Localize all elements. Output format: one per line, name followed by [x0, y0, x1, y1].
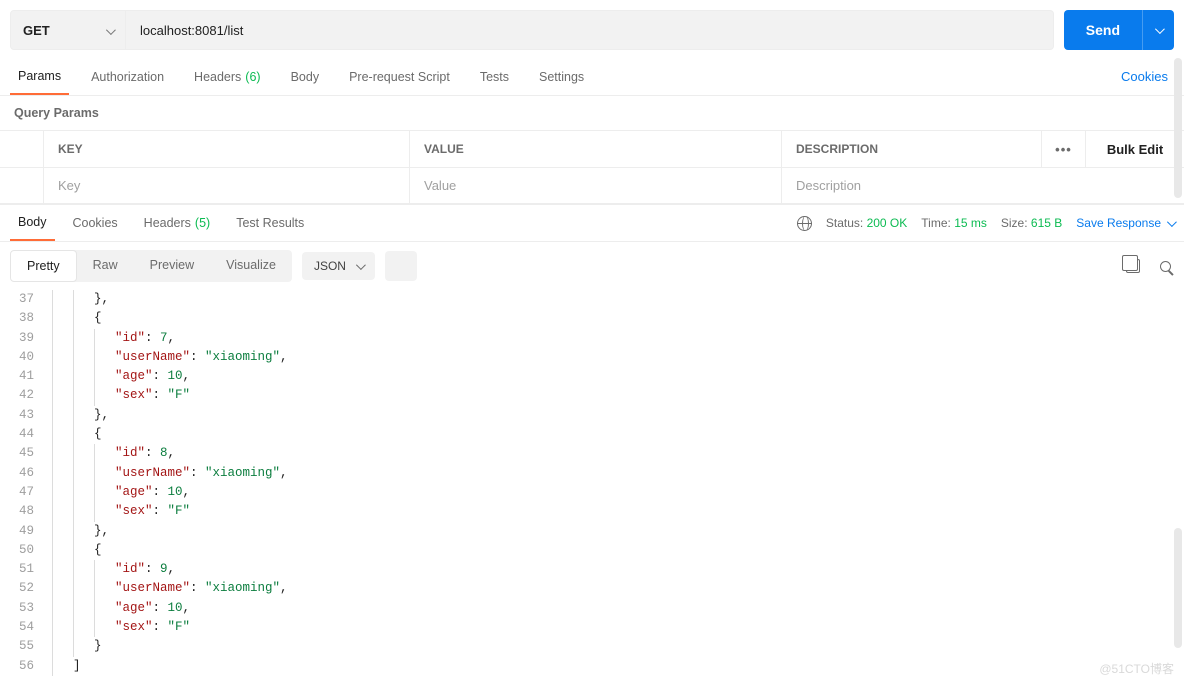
scrollbar-thumb[interactable] — [1174, 58, 1182, 198]
code-line: 41"age": 10, — [0, 367, 1184, 386]
tab-params[interactable]: Params — [10, 58, 69, 95]
code-line: 56] — [0, 657, 1184, 676]
code-line: 53"age": 10, — [0, 599, 1184, 618]
code-line: 38{ — [0, 309, 1184, 328]
request-row: GET localhost:8081/list Send — [0, 0, 1184, 58]
http-method-label: GET — [23, 23, 50, 38]
resp-tab-body[interactable]: Body — [10, 205, 55, 241]
code-line: 37}, — [0, 290, 1184, 309]
response-status-bar: Status: 200 OK Time: 15 ms Size: 615 B S… — [797, 216, 1174, 231]
query-params-input-row: Key Value Description — [0, 167, 1184, 203]
status-block: Status: 200 OK — [826, 216, 907, 230]
view-visualize[interactable]: Visualize — [210, 250, 292, 282]
qp-key-input[interactable]: Key — [44, 168, 410, 203]
bulk-edit-button[interactable]: Bulk Edit — [1086, 131, 1184, 167]
send-dropdown[interactable] — [1142, 10, 1174, 50]
qp-desc-input[interactable]: Description — [782, 168, 1042, 203]
send-button-label: Send — [1064, 22, 1142, 38]
chevron-down-icon — [106, 23, 113, 38]
tab-tests[interactable]: Tests — [472, 58, 517, 95]
scrollbar-thumb[interactable] — [1174, 528, 1182, 648]
save-response-button[interactable]: Save Response — [1076, 216, 1174, 230]
send-button[interactable]: Send — [1064, 10, 1174, 50]
viewer-toolbar-right — [1124, 257, 1174, 275]
code-line: 49}, — [0, 522, 1184, 541]
resp-tab-tests[interactable]: Test Results — [228, 205, 312, 241]
cookies-link[interactable]: Cookies — [1121, 69, 1174, 84]
copy-button[interactable] — [1124, 257, 1142, 275]
qp-value-input[interactable]: Value — [410, 168, 782, 203]
view-pretty[interactable]: Pretty — [10, 250, 77, 282]
view-raw[interactable]: Raw — [77, 250, 134, 282]
code-line: 48"sex": "F" — [0, 502, 1184, 521]
code-line: 42"sex": "F" — [0, 386, 1184, 405]
qp-header-key: KEY — [44, 131, 410, 167]
code-line: 54"sex": "F" — [0, 618, 1184, 637]
qp-header-value: VALUE — [410, 131, 782, 167]
code-line: 46"userName": "xiaoming", — [0, 464, 1184, 483]
request-tabs: Params Authorization Headers(6) Body Pre… — [0, 58, 1184, 96]
tab-settings[interactable]: Settings — [531, 58, 592, 95]
query-params-table: KEY VALUE DESCRIPTION ••• Bulk Edit Key … — [0, 130, 1184, 204]
code-line: 40"userName": "xiaoming", — [0, 348, 1184, 367]
body-format-select[interactable]: JSON — [302, 252, 375, 280]
code-line: 43}, — [0, 406, 1184, 425]
tab-headers[interactable]: Headers(6) — [186, 58, 269, 95]
view-preview[interactable]: Preview — [134, 250, 210, 282]
resp-tab-cookies[interactable]: Cookies — [65, 205, 126, 241]
checkbox-cell — [0, 131, 44, 167]
code-line: 45"id": 8, — [0, 444, 1184, 463]
body-format-label: JSON — [314, 259, 346, 273]
code-line: 47"age": 10, — [0, 483, 1184, 502]
code-line: 39"id": 7, — [0, 329, 1184, 348]
size-block: Size: 615 B — [1001, 216, 1062, 230]
wrap-lines-button[interactable] — [385, 251, 417, 281]
tab-prerequest[interactable]: Pre-request Script — [341, 58, 458, 95]
view-mode-segment: Pretty Raw Preview Visualize — [10, 250, 292, 282]
code-line: 50{ — [0, 541, 1184, 560]
time-block: Time: 15 ms — [921, 216, 987, 230]
resp-tab-headers[interactable]: Headers(5) — [136, 205, 219, 241]
code-line: 52"userName": "xiaoming", — [0, 579, 1184, 598]
search-icon — [1160, 261, 1171, 272]
viewer-toolbar: Pretty Raw Preview Visualize JSON — [0, 242, 1184, 290]
query-params-title: Query Params — [0, 96, 1184, 130]
code-line: 51"id": 9, — [0, 560, 1184, 579]
watermark: @51CTO博客 — [1099, 660, 1174, 677]
tab-body[interactable]: Body — [283, 58, 328, 95]
copy-icon — [1126, 259, 1140, 273]
tab-authorization[interactable]: Authorization — [83, 58, 172, 95]
request-url-input[interactable]: localhost:8081/list — [126, 10, 1054, 50]
response-tabs: Body Cookies Headers(5) Test Results Sta… — [0, 204, 1184, 242]
wrap-icon — [394, 261, 408, 271]
response-body-code[interactable]: 37},38{39"id": 7,40"userName": "xiaoming… — [0, 290, 1184, 681]
qp-more-button[interactable]: ••• — [1042, 131, 1086, 167]
qp-header-description: DESCRIPTION — [782, 131, 1042, 167]
code-line: 44{ — [0, 425, 1184, 444]
chevron-down-icon — [356, 259, 363, 273]
checkbox-cell[interactable] — [0, 168, 44, 203]
request-url-value: localhost:8081/list — [140, 23, 243, 38]
globe-icon[interactable] — [797, 216, 812, 231]
query-params-header-row: KEY VALUE DESCRIPTION ••• Bulk Edit — [0, 131, 1184, 167]
search-button[interactable] — [1156, 257, 1174, 275]
http-method-select[interactable]: GET — [10, 10, 126, 50]
code-line: 55} — [0, 637, 1184, 656]
more-icon: ••• — [1055, 142, 1072, 157]
